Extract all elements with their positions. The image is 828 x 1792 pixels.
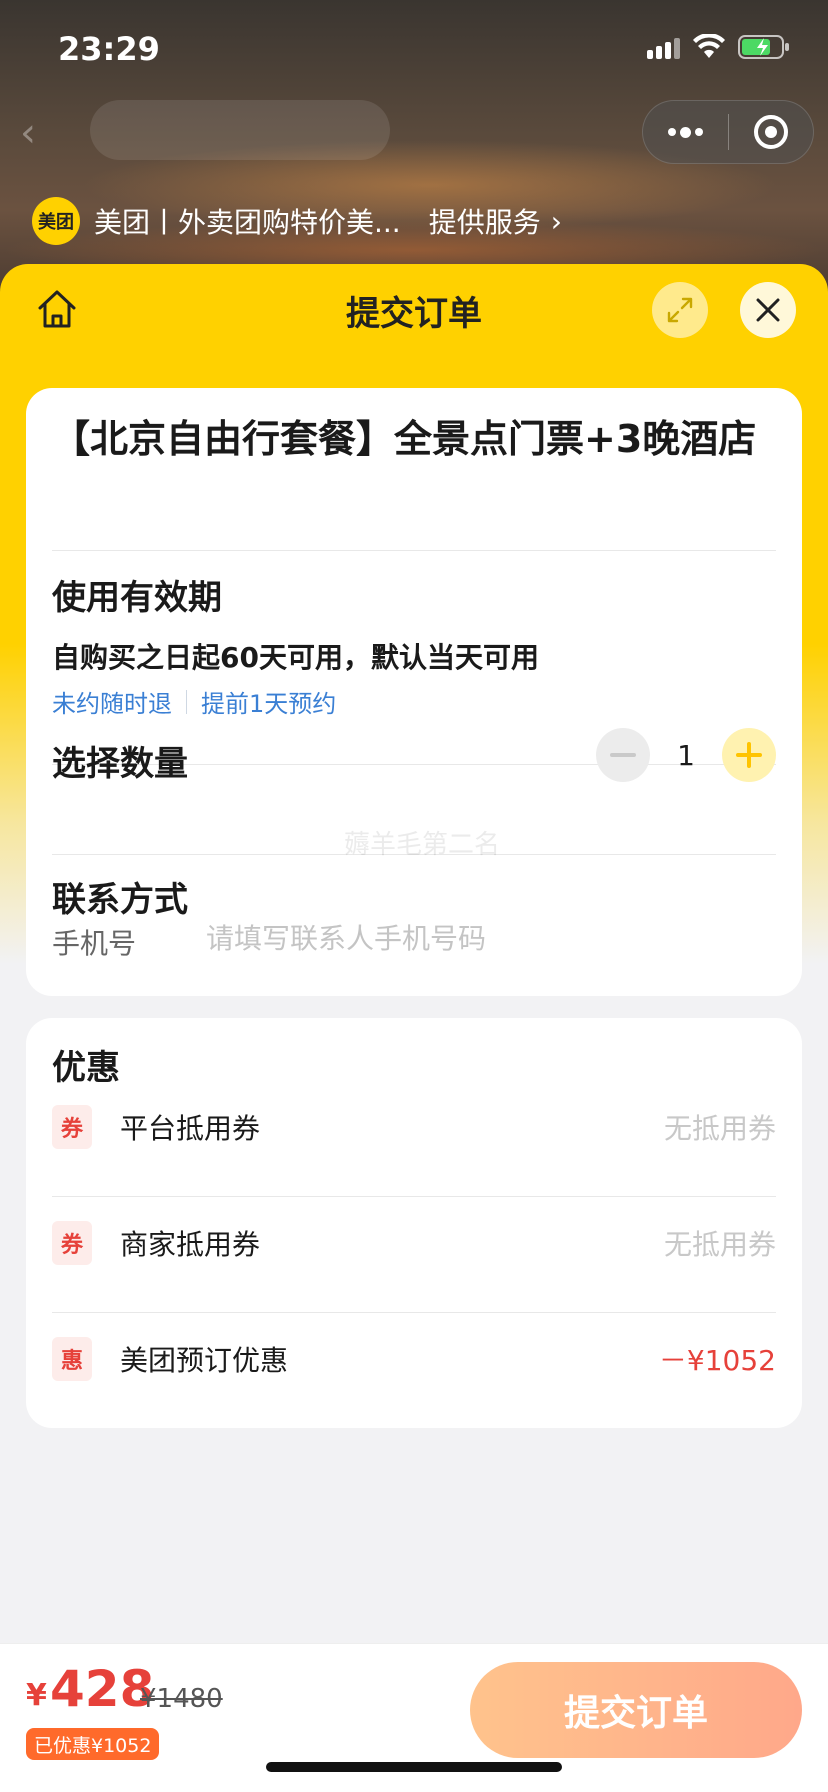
policy-tags: 未约随时退 提前1天预约 — [52, 684, 336, 719]
coupon-icon: 券 — [52, 1221, 92, 1265]
more-button[interactable] — [643, 101, 728, 163]
divider — [52, 550, 776, 551]
decrease-button[interactable] — [596, 728, 650, 782]
divider — [52, 1312, 776, 1313]
sheet-header: 提交订单 — [0, 264, 828, 356]
discount-name: 美团预订优惠 — [120, 1344, 289, 1377]
discount-name: 平台抵用券 — [120, 1112, 261, 1145]
discounts-card: 优惠 券 平台抵用券 无抵用券 券 商家抵用券 无抵用券 惠 美团预订优惠 －¥… — [26, 1018, 802, 1428]
discount-value: 无抵用券 — [663, 1112, 776, 1145]
order-sheet: 提交订单 【北京自由行套餐】全景点门票+3晚酒店 使用有效期 自购买之日起60天… — [0, 264, 828, 1792]
validity-label: 使用有效期 — [52, 578, 222, 618]
chevron-right-icon: › — [550, 204, 562, 238]
discount-value: －¥1052 — [658, 1344, 776, 1377]
coupon-icon: 券 — [52, 1105, 92, 1149]
saved-badge: 已优惠¥1052 — [26, 1728, 160, 1760]
submit-order-button[interactable]: 提交订单 — [470, 1662, 802, 1758]
wifi-icon — [693, 34, 725, 58]
close-button[interactable] — [740, 282, 796, 338]
original-price: ¥1480 — [140, 1684, 223, 1714]
provider-service-label: 提供服务 — [428, 206, 541, 239]
price-currency: ¥ — [26, 1678, 47, 1713]
meituan-logo: 美团 — [32, 197, 80, 245]
divider — [52, 1196, 776, 1197]
mini-program-capsule — [642, 100, 814, 164]
provider-name: 美团丨外卖团购特价美... — [94, 206, 401, 239]
total-price: 428 — [50, 1660, 155, 1718]
contact-label: 联系方式 — [52, 880, 188, 920]
service-provider[interactable]: 美团 美团丨外卖团购特价美... 提供服务 › — [32, 196, 562, 246]
platform-coupon-row[interactable]: 券 平台抵用券 无抵用券 — [52, 1102, 776, 1152]
expand-button[interactable] — [652, 282, 708, 338]
booking-discount-row: 惠 美团预订优惠 －¥1052 — [52, 1334, 776, 1384]
home-indicator — [266, 1762, 562, 1772]
watermark: 薅羊毛第二名 — [344, 830, 501, 860]
battery-charging-icon — [738, 35, 789, 59]
back-arrow-icon[interactable]: ‹ — [20, 110, 60, 156]
close-icon — [756, 298, 780, 322]
discounts-title: 优惠 — [52, 1048, 120, 1088]
discount-value: 无抵用券 — [663, 1228, 776, 1261]
status-time: 23:29 — [58, 30, 160, 68]
merchant-coupon-row[interactable]: 券 商家抵用券 无抵用券 — [52, 1218, 776, 1268]
minus-icon — [610, 753, 636, 757]
expand-icon — [667, 297, 693, 323]
discount-name: 商家抵用券 — [120, 1228, 261, 1261]
tag-separator — [186, 689, 187, 714]
target-icon — [753, 115, 788, 149]
more-dots-icon — [667, 126, 703, 138]
status-bar: 23:29 — [0, 0, 828, 100]
quantity-value: 1 — [677, 738, 695, 772]
discount-icon: 惠 — [52, 1337, 92, 1381]
quantity-stepper: 1 — [596, 728, 776, 782]
cellular-signal-icon — [647, 35, 680, 59]
status-icons — [647, 34, 790, 60]
exit-mini-program-button[interactable] — [729, 101, 814, 163]
search-bar[interactable] — [90, 100, 390, 160]
phone-label: 手机号 — [52, 927, 137, 960]
increase-button[interactable] — [722, 728, 776, 782]
validity-text: 自购买之日起60天可用，默认当天可用 — [52, 641, 539, 674]
policy-tag: 未约随时退 — [52, 690, 172, 718]
order-details-card: 【北京自由行套餐】全景点门票+3晚酒店 使用有效期 自购买之日起60天可用，默认… — [26, 388, 802, 996]
policy-tag: 提前1天预约 — [201, 690, 337, 718]
phone-input[interactable] — [206, 916, 746, 960]
product-title: 【北京自由行套餐】全景点门票+3晚酒店 — [52, 417, 757, 461]
quantity-label: 选择数量 — [52, 744, 188, 784]
